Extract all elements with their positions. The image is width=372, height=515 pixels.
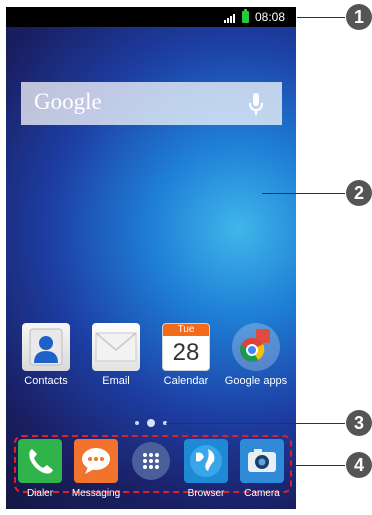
phone-screen: 08:08 Google Contacts Email Tue 28 Calen… <box>6 7 296 509</box>
microphone-icon[interactable] <box>247 92 265 116</box>
callout-leader-3 <box>166 423 345 424</box>
page-indicator[interactable] <box>6 419 296 429</box>
app-label: Email <box>102 375 130 387</box>
google-logo: Google <box>34 89 102 114</box>
phone-icon <box>18 439 62 483</box>
callout-leader-2 <box>262 193 345 194</box>
contacts-icon <box>22 323 70 371</box>
page-dot-active[interactable] <box>147 419 155 427</box>
app-contacts[interactable]: Contacts <box>14 323 78 388</box>
google-search-widget[interactable]: Google <box>21 82 282 125</box>
app-calendar[interactable]: Tue 28 Calendar <box>154 323 218 388</box>
dock-app-dialer[interactable]: Dialer <box>8 439 72 500</box>
messaging-icon <box>74 439 118 483</box>
email-icon <box>92 323 140 371</box>
calendar-icon: Tue 28 <box>162 323 210 371</box>
status-bar[interactable]: 08:08 <box>6 7 296 27</box>
callout-leader-4 <box>286 465 345 466</box>
dock-app-camera[interactable]: Camera <box>230 439 294 500</box>
app-label: Messaging <box>71 488 121 499</box>
google-apps-folder-icon <box>232 323 280 371</box>
signal-icon <box>224 13 238 23</box>
app-label: Calendar <box>163 375 209 387</box>
callout-badge-1: 1 <box>346 4 372 30</box>
app-label: Dialer <box>26 488 54 499</box>
app-label: Google apps <box>224 375 288 387</box>
callout-badge-4: 4 <box>346 452 372 478</box>
app-google-apps[interactable]: Google apps <box>224 323 288 388</box>
app-email[interactable]: Email <box>84 323 148 388</box>
camera-icon <box>240 439 284 483</box>
calendar-weekday: Tue <box>163 324 209 336</box>
calendar-date: 28 <box>172 339 200 366</box>
dock-app-browser[interactable]: Browser <box>174 439 238 500</box>
battery-icon <box>242 9 249 23</box>
callout-badge-2: 2 <box>346 180 372 206</box>
app-drawer-icon <box>132 442 170 480</box>
app-label: Camera <box>244 488 280 499</box>
app-label: Browser <box>187 488 225 499</box>
globe-icon <box>184 439 228 483</box>
callout-badge-3: 3 <box>346 410 372 436</box>
callout-leader-1 <box>297 17 345 18</box>
page-dot[interactable] <box>135 421 139 425</box>
app-label: Contacts <box>24 375 68 387</box>
status-clock: 08:08 <box>255 10 286 24</box>
